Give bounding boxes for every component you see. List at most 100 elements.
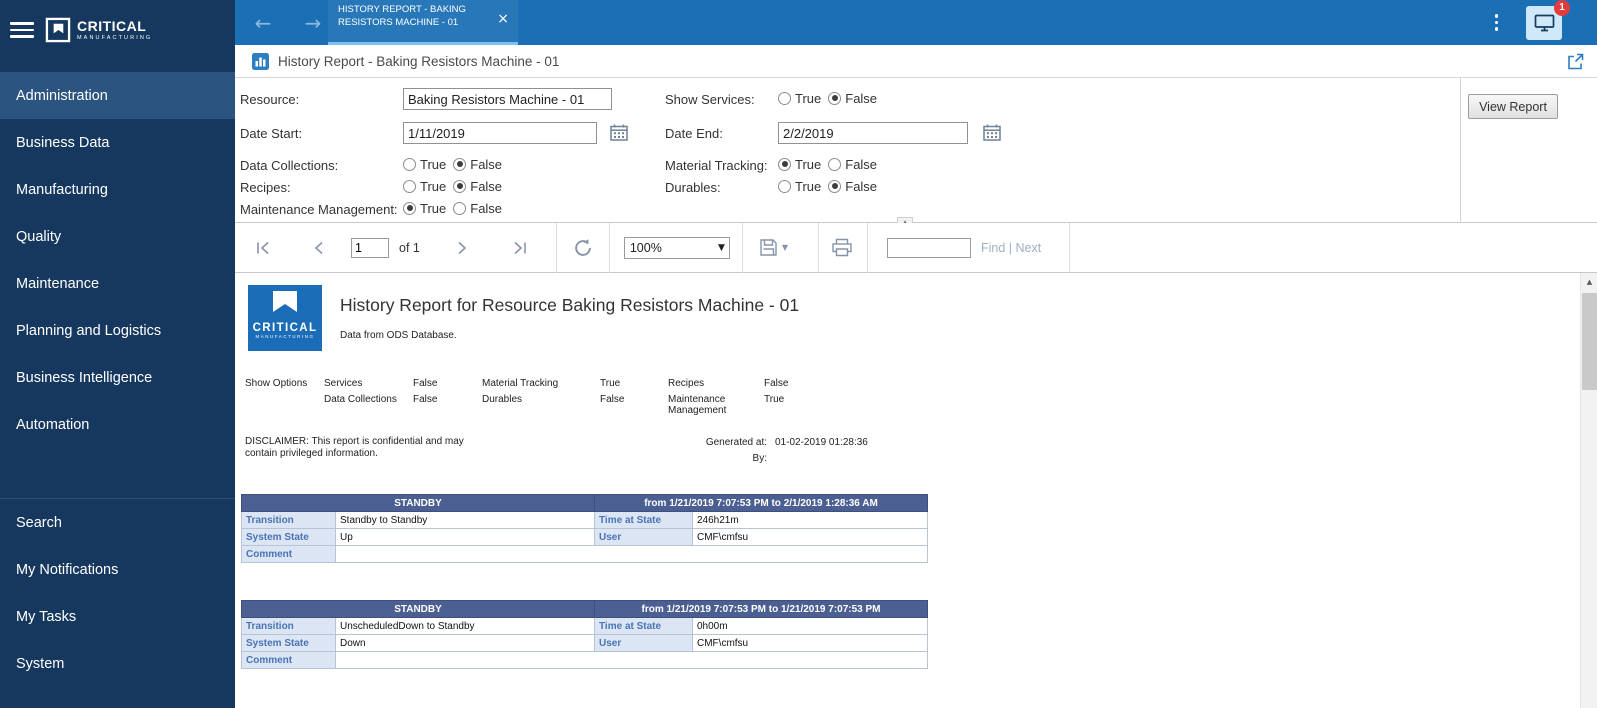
data-collections-false-radio[interactable] [453,158,466,171]
data-collections-true-radio[interactable] [403,158,416,171]
export-save-icon[interactable] [759,238,778,257]
sidebar-item-system[interactable]: System [0,640,235,687]
date-start-label: Date Start: [240,126,302,141]
panel-divider [1460,78,1461,222]
sidebar-item-business-intelligence[interactable]: Business Intelligence [0,354,235,401]
sidebar-item-search[interactable]: Search [0,499,235,546]
time-at-state-label: Time at State [595,618,693,635]
first-page-icon[interactable] [255,240,271,256]
user-value: CMF\cmfsu [693,635,928,652]
transition-value: Standby to Standby [336,512,595,529]
page-number-input[interactable] [351,238,389,258]
report-flag-icon [271,303,299,320]
durables-false-radio[interactable] [828,180,841,193]
sidebar-item-business-data[interactable]: Business Data [0,119,235,166]
topbar: ← → HISTORY REPORT - BAKING RESISTORS MA… [235,0,1597,45]
notifications-button[interactable]: 1 [1526,6,1562,40]
resource-label: Resource: [240,92,299,107]
recipes-radio-group: True False [403,178,509,194]
find-input[interactable] [887,238,971,258]
overflow-menu-icon[interactable] [1491,10,1503,35]
popout-icon[interactable] [1567,53,1584,70]
tab-history-report[interactable]: HISTORY REPORT - BAKING RESISTORS MACHIN… [328,0,518,45]
report-logo-name: CRITICAL [248,322,322,334]
toolbar-separator [742,223,743,273]
calendar-icon[interactable] [983,124,1001,141]
sidebar-menu-top: Administration Business Data Manufacturi… [0,72,235,448]
durables-label: Durables: [665,180,721,195]
show-option-name: Maintenance Management [668,394,746,416]
show-option-name: Durables [482,394,522,405]
breadcrumb: History Report - Baking Resistors Machin… [235,45,1597,78]
view-report-button[interactable]: View Report [1468,94,1558,119]
next-page-icon[interactable] [454,240,470,256]
generated-at-label: Generated at: [695,437,767,448]
true-option-label: True [420,157,446,172]
comment-label: Comment [242,652,336,669]
sidebar-item-maintenance[interactable]: Maintenance [0,260,235,307]
export-dropdown-icon[interactable]: ▼ [782,243,788,252]
brand-subtitle: MANUFACTURING [77,35,152,41]
sidebar-item-my-notifications[interactable]: My Notifications [0,546,235,593]
material-tracking-true-radio[interactable] [778,158,791,171]
sidebar-item-manufacturing[interactable]: Manufacturing [0,166,235,213]
date-end-input[interactable] [778,122,968,144]
state-header: STANDBY [242,495,595,512]
show-services-radio-group: True False [778,90,884,106]
sidebar-item-quality[interactable]: Quality [0,213,235,260]
user-label: User [595,635,693,652]
system-state-value: Up [336,529,595,546]
print-icon[interactable] [831,238,853,257]
false-option-label: False [845,91,877,106]
show-services-label: Show Services: [665,92,755,107]
maintenance-management-false-radio[interactable] [453,202,466,215]
recipes-true-radio[interactable] [403,180,416,193]
maintenance-management-label: Maintenance Management: [240,202,398,217]
recipes-false-radio[interactable] [453,180,466,193]
comment-value [336,546,928,563]
scrollbar-thumb[interactable] [1582,293,1597,390]
false-option-label: False [470,201,502,216]
sidebar-item-automation[interactable]: Automation [0,401,235,448]
maintenance-management-true-radio[interactable] [403,202,416,215]
system-state-value: Down [336,635,595,652]
resource-input[interactable] [403,88,612,110]
transition-label: Transition [242,512,336,529]
recipes-label: Recipes: [240,180,291,195]
report-disclaimer: DISCLAIMER: This report is confidential … [245,436,495,459]
report-scrollbar[interactable]: ▲ [1580,273,1597,708]
page-title: History Report - Baking Resistors Machin… [278,54,559,69]
date-start-input[interactable] [403,122,597,144]
topbar-right: 1 [1491,0,1597,45]
forward-arrow-icon[interactable]: → [293,0,333,45]
user-label: User [595,529,693,546]
zoom-select[interactable]: 100% ▼ [624,237,730,259]
sidebar-menu-bottom: Search My Notifications My Tasks System [0,498,235,687]
report-icon [252,53,269,70]
show-services-false-radio[interactable] [828,92,841,105]
last-page-icon[interactable] [512,240,528,256]
close-icon[interactable]: × [497,12,509,26]
message-panel-icon [1534,13,1555,33]
notification-badge: 1 [1554,0,1570,16]
sidebar-item-administration[interactable]: Administration [0,72,235,119]
menu-icon[interactable] [10,22,34,38]
time-at-state-value: 0h00m [693,618,928,635]
calendar-icon[interactable] [610,124,628,141]
comment-value [336,652,928,669]
report-viewer-toolbar: of 1 100% ▼ ▼ Find | Next [235,223,1597,273]
sidebar-item-my-tasks[interactable]: My Tasks [0,593,235,640]
scrollbar-up-icon[interactable]: ▲ [1581,273,1597,290]
toolbar-separator [818,223,819,273]
time-at-state-value: 246h21m [693,512,928,529]
sidebar-item-planning-logistics[interactable]: Planning and Logistics [0,307,235,354]
show-services-true-radio[interactable] [778,92,791,105]
material-tracking-false-radio[interactable] [828,158,841,171]
date-end-label: Date End: [665,126,723,141]
find-next-links[interactable]: Find | Next [981,241,1041,255]
back-arrow-icon[interactable]: ← [243,0,283,45]
previous-page-icon[interactable] [311,240,327,256]
refresh-icon[interactable] [573,238,593,258]
transition-value: UnscheduledDown to Standby [336,618,595,635]
durables-true-radio[interactable] [778,180,791,193]
